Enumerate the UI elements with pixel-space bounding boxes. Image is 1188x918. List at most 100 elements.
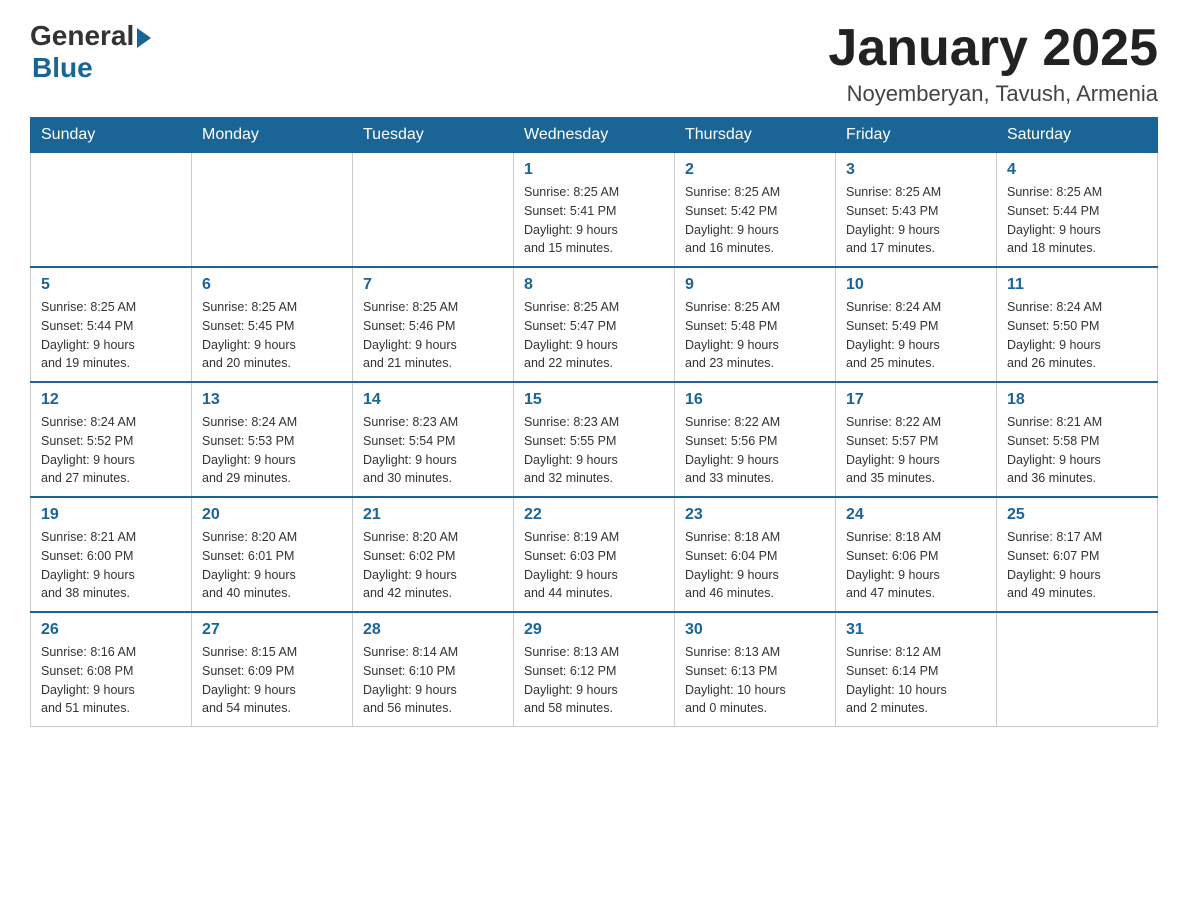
calendar-cell: 18 Sunrise: 8:21 AM Sunset: 5:58 PM Dayli… xyxy=(997,382,1158,497)
day-number: 23 xyxy=(685,506,825,524)
day-info: Sunrise: 8:25 AM Sunset: 5:44 PM Dayligh… xyxy=(41,298,181,373)
calendar-cell xyxy=(997,612,1158,727)
calendar-week-row: 1Sunrise: 8:25 AM Sunset: 5:41 PM Daylig… xyxy=(31,153,1158,268)
calendar-cell: 2Sunrise: 8:25 AM Sunset: 5:42 PM Daylig… xyxy=(675,153,836,268)
calendar-cell: 19 Sunrise: 8:21 AM Sunset: 6:00 PM Dayli… xyxy=(31,497,192,612)
day-number: 28 xyxy=(363,621,503,639)
calendar-week-row: 12 Sunrise: 8:24 AM Sunset: 5:52 PM Dayli… xyxy=(31,382,1158,497)
day-number: 8 xyxy=(524,276,664,294)
day-info: Sunrise: 8:18 AM Sunset: 6:06 PM Dayligh… xyxy=(846,528,986,603)
day-info: Sunrise: 8:22 AM Sunset: 5:57 PM Dayligh… xyxy=(846,413,986,488)
day-number: 16 xyxy=(685,391,825,409)
day-number: 6 xyxy=(202,276,342,294)
day-number: 26 xyxy=(41,621,181,639)
day-number: 25 xyxy=(1007,506,1147,524)
calendar-cell: 3Sunrise: 8:25 AM Sunset: 5:43 PM Daylig… xyxy=(836,153,997,268)
column-header-wednesday: Wednesday xyxy=(514,118,675,153)
title-block: January 2025 Noyemberyan, Tavush, Armeni… xyxy=(828,20,1158,107)
calendar-cell: 29Sunrise: 8:13 AM Sunset: 6:12 PM Dayli… xyxy=(514,612,675,727)
day-number: 20 xyxy=(202,506,342,524)
calendar-cell: 12 Sunrise: 8:24 AM Sunset: 5:52 PM Dayli… xyxy=(31,382,192,497)
day-info: Sunrise: 8:21 AM Sunset: 6:00 PM Dayligh… xyxy=(41,528,181,603)
calendar-cell: 26 Sunrise: 8:16 AM Sunset: 6:08 PM Dayli… xyxy=(31,612,192,727)
calendar-cell: 25 Sunrise: 8:17 AM Sunset: 6:07 PM Dayli… xyxy=(997,497,1158,612)
day-info: Sunrise: 8:20 AM Sunset: 6:02 PM Dayligh… xyxy=(363,528,503,603)
calendar-cell: 5Sunrise: 8:25 AM Sunset: 5:44 PM Daylig… xyxy=(31,267,192,382)
day-info: Sunrise: 8:25 AM Sunset: 5:47 PM Dayligh… xyxy=(524,298,664,373)
day-number: 3 xyxy=(846,161,986,179)
day-number: 13 xyxy=(202,391,342,409)
column-header-tuesday: Tuesday xyxy=(353,118,514,153)
day-number: 15 xyxy=(524,391,664,409)
day-number: 14 xyxy=(363,391,503,409)
logo-arrow-icon xyxy=(137,28,151,48)
day-info: Sunrise: 8:15 AM Sunset: 6:09 PM Dayligh… xyxy=(202,643,342,718)
day-number: 12 xyxy=(41,391,181,409)
column-header-thursday: Thursday xyxy=(675,118,836,153)
day-number: 21 xyxy=(363,506,503,524)
day-info: Sunrise: 8:16 AM Sunset: 6:08 PM Dayligh… xyxy=(41,643,181,718)
calendar-cell xyxy=(353,153,514,268)
day-number: 27 xyxy=(202,621,342,639)
calendar-cell: 21 Sunrise: 8:20 AM Sunset: 6:02 PM Dayli… xyxy=(353,497,514,612)
day-info: Sunrise: 8:13 AM Sunset: 6:12 PM Dayligh… xyxy=(524,643,664,718)
calendar-cell: 23 Sunrise: 8:18 AM Sunset: 6:04 PM Dayli… xyxy=(675,497,836,612)
calendar-header-row: SundayMondayTuesdayWednesdayThursdayFrid… xyxy=(31,118,1158,153)
day-info: Sunrise: 8:21 AM Sunset: 5:58 PM Dayligh… xyxy=(1007,413,1147,488)
day-number: 18 xyxy=(1007,391,1147,409)
day-info: Sunrise: 8:17 AM Sunset: 6:07 PM Dayligh… xyxy=(1007,528,1147,603)
location-title: Noyemberyan, Tavush, Armenia xyxy=(828,81,1158,107)
day-number: 30 xyxy=(685,621,825,639)
calendar-cell: 6 Sunrise: 8:25 AM Sunset: 5:45 PM Daylig… xyxy=(192,267,353,382)
calendar-cell: 20 Sunrise: 8:20 AM Sunset: 6:01 PM Dayli… xyxy=(192,497,353,612)
calendar-cell: 17Sunrise: 8:22 AM Sunset: 5:57 PM Dayli… xyxy=(836,382,997,497)
day-number: 10 xyxy=(846,276,986,294)
day-number: 7 xyxy=(363,276,503,294)
day-info: Sunrise: 8:24 AM Sunset: 5:49 PM Dayligh… xyxy=(846,298,986,373)
day-info: Sunrise: 8:23 AM Sunset: 5:55 PM Dayligh… xyxy=(524,413,664,488)
calendar-table: SundayMondayTuesdayWednesdayThursdayFrid… xyxy=(30,117,1158,727)
calendar-cell: 22Sunrise: 8:19 AM Sunset: 6:03 PM Dayli… xyxy=(514,497,675,612)
logo-blue-text: Blue xyxy=(32,52,93,84)
calendar-cell: 4 Sunrise: 8:25 AM Sunset: 5:44 PM Daylig… xyxy=(997,153,1158,268)
day-info: Sunrise: 8:25 AM Sunset: 5:42 PM Dayligh… xyxy=(685,183,825,258)
day-number: 24 xyxy=(846,506,986,524)
day-info: Sunrise: 8:25 AM Sunset: 5:45 PM Dayligh… xyxy=(202,298,342,373)
calendar-week-row: 19 Sunrise: 8:21 AM Sunset: 6:00 PM Dayli… xyxy=(31,497,1158,612)
day-number: 4 xyxy=(1007,161,1147,179)
calendar-cell: 10 Sunrise: 8:24 AM Sunset: 5:49 PM Dayli… xyxy=(836,267,997,382)
calendar-cell: 11 Sunrise: 8:24 AM Sunset: 5:50 PM Dayli… xyxy=(997,267,1158,382)
day-info: Sunrise: 8:24 AM Sunset: 5:53 PM Dayligh… xyxy=(202,413,342,488)
calendar-cell: 9Sunrise: 8:25 AM Sunset: 5:48 PM Daylig… xyxy=(675,267,836,382)
calendar-cell: 27 Sunrise: 8:15 AM Sunset: 6:09 PM Dayli… xyxy=(192,612,353,727)
day-info: Sunrise: 8:25 AM Sunset: 5:46 PM Dayligh… xyxy=(363,298,503,373)
day-info: Sunrise: 8:12 AM Sunset: 6:14 PM Dayligh… xyxy=(846,643,986,718)
day-number: 19 xyxy=(41,506,181,524)
day-info: Sunrise: 8:20 AM Sunset: 6:01 PM Dayligh… xyxy=(202,528,342,603)
calendar-cell: 7 Sunrise: 8:25 AM Sunset: 5:46 PM Daylig… xyxy=(353,267,514,382)
calendar-cell: 8 Sunrise: 8:25 AM Sunset: 5:47 PM Daylig… xyxy=(514,267,675,382)
calendar-cell: 13 Sunrise: 8:24 AM Sunset: 5:53 PM Dayli… xyxy=(192,382,353,497)
day-info: Sunrise: 8:24 AM Sunset: 5:52 PM Dayligh… xyxy=(41,413,181,488)
calendar-week-row: 26 Sunrise: 8:16 AM Sunset: 6:08 PM Dayli… xyxy=(31,612,1158,727)
calendar-cell xyxy=(192,153,353,268)
calendar-week-row: 5Sunrise: 8:25 AM Sunset: 5:44 PM Daylig… xyxy=(31,267,1158,382)
logo: General Blue xyxy=(30,20,151,84)
day-number: 11 xyxy=(1007,276,1147,294)
calendar-cell xyxy=(31,153,192,268)
day-number: 22 xyxy=(524,506,664,524)
calendar-cell: 31Sunrise: 8:12 AM Sunset: 6:14 PM Dayli… xyxy=(836,612,997,727)
calendar-cell: 14 Sunrise: 8:23 AM Sunset: 5:54 PM Dayli… xyxy=(353,382,514,497)
day-info: Sunrise: 8:22 AM Sunset: 5:56 PM Dayligh… xyxy=(685,413,825,488)
day-number: 9 xyxy=(685,276,825,294)
calendar-cell: 28Sunrise: 8:14 AM Sunset: 6:10 PM Dayli… xyxy=(353,612,514,727)
column-header-friday: Friday xyxy=(836,118,997,153)
day-info: Sunrise: 8:18 AM Sunset: 6:04 PM Dayligh… xyxy=(685,528,825,603)
calendar-cell: 30Sunrise: 8:13 AM Sunset: 6:13 PM Dayli… xyxy=(675,612,836,727)
day-info: Sunrise: 8:24 AM Sunset: 5:50 PM Dayligh… xyxy=(1007,298,1147,373)
calendar-cell: 15 Sunrise: 8:23 AM Sunset: 5:55 PM Dayli… xyxy=(514,382,675,497)
column-header-saturday: Saturday xyxy=(997,118,1158,153)
column-header-sunday: Sunday xyxy=(31,118,192,153)
day-info: Sunrise: 8:25 AM Sunset: 5:44 PM Dayligh… xyxy=(1007,183,1147,258)
day-info: Sunrise: 8:23 AM Sunset: 5:54 PM Dayligh… xyxy=(363,413,503,488)
